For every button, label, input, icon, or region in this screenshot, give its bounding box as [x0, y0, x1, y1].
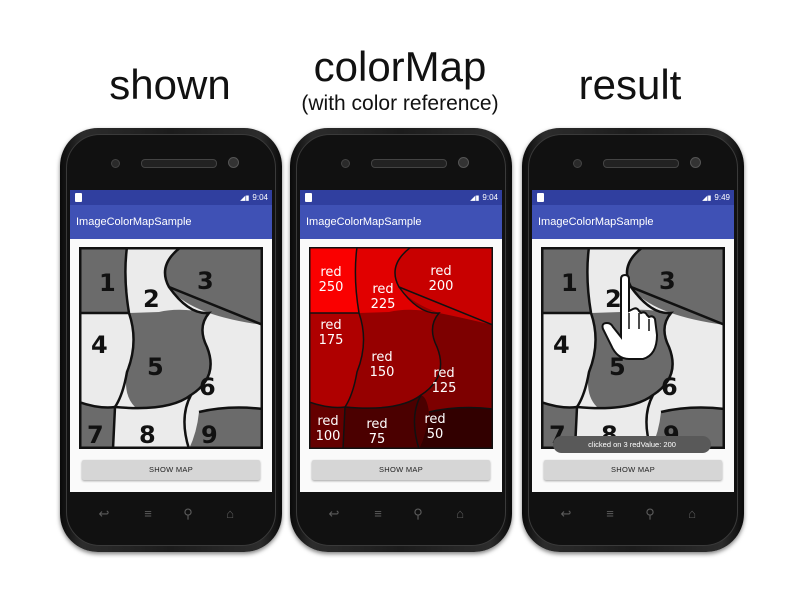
signal-battery-icon: ◢▮ — [240, 195, 250, 202]
show-map-button[interactable]: SHOW MAP — [312, 460, 490, 480]
color-label-7-word: red — [317, 414, 338, 429]
nav-bar: ↩ ≡ ⚲ ⌂ — [290, 504, 512, 528]
sd-card-icon — [75, 193, 82, 202]
region-label-3: 3 — [659, 267, 676, 295]
search-icon[interactable]: ⚲ — [178, 504, 198, 524]
color-label-4-value: 175 — [319, 333, 344, 348]
status-time: 9:49 — [714, 193, 730, 202]
color-label-5-value: 150 — [370, 365, 395, 380]
status-bar: ◢▮ 9:04 — [300, 190, 502, 205]
sd-card-icon — [305, 193, 312, 202]
color-label-4-word: red — [320, 318, 341, 333]
speaker — [603, 159, 679, 168]
camera — [690, 157, 701, 168]
region-map-shown[interactable]: 1 2 3 4 5 6 7 8 9 — [79, 247, 263, 449]
menu-icon[interactable]: ≡ — [368, 504, 388, 524]
color-label-7-value: 100 — [316, 429, 341, 444]
nav-bar: ↩ ≡ ⚲ ⌂ — [522, 504, 744, 528]
region-map-result[interactable]: 1 2 3 4 5 6 7 8 9 — [541, 247, 725, 449]
region-label-3: 3 — [197, 267, 214, 295]
color-label-5-word: red — [371, 350, 392, 365]
phone-colormap: ◢▮9:04 ImageColorMapSample red 250 red — [290, 128, 512, 552]
region-label-4: 4 — [553, 331, 570, 359]
home-icon[interactable]: ⌂ — [450, 504, 470, 524]
menu-icon[interactable]: ≡ — [138, 504, 158, 524]
sensor — [111, 159, 120, 168]
nav-bar: ↩ ≡ ⚲ ⌂ — [60, 504, 282, 528]
region-label-6: 6 — [199, 373, 216, 401]
back-icon[interactable]: ↩ — [556, 504, 576, 524]
phone-shown: ◢▮9:04 ImageColorMapSample 1 2 3 4 5 6 — [60, 128, 282, 552]
search-icon[interactable]: ⚲ — [408, 504, 428, 524]
color-label-1-word: red — [320, 265, 341, 280]
phone-result: ◢▮9:49 ImageColorMapSample 1 2 3 4 5 6 — [522, 128, 744, 552]
app-title: ImageColorMapSample — [532, 205, 734, 239]
signal-battery-icon: ◢▮ — [470, 195, 480, 202]
app-title: ImageColorMapSample — [300, 205, 502, 239]
signal-battery-icon: ◢▮ — [702, 195, 712, 202]
home-icon[interactable]: ⌂ — [220, 504, 240, 524]
status-bar: ◢▮ 9:04 — [70, 190, 272, 205]
search-icon[interactable]: ⚲ — [640, 504, 660, 524]
home-icon[interactable]: ⌂ — [682, 504, 702, 524]
color-label-2-value: 225 — [371, 297, 396, 312]
caption-colormap-subtitle: (with color reference) — [301, 92, 499, 115]
region-label-2: 2 — [143, 285, 160, 313]
toast-message: clicked on 3 redValue: 200 — [553, 436, 711, 453]
color-label-6-word: red — [433, 366, 454, 381]
region-label-5: 5 — [147, 353, 164, 381]
screen: ◢▮9:04 ImageColorMapSample red 250 red — [300, 190, 502, 492]
caption-shown: shown — [109, 61, 231, 108]
camera — [228, 157, 239, 168]
color-label-3-word: red — [430, 264, 451, 279]
color-label-8-value: 75 — [369, 432, 386, 447]
sd-card-icon — [537, 193, 544, 202]
status-time: 9:04 — [252, 193, 268, 202]
region-label-2: 2 — [605, 285, 622, 313]
color-label-8-word: red — [366, 417, 387, 432]
region-label-8: 8 — [139, 421, 156, 449]
region-label-9: 9 — [201, 421, 218, 449]
color-label-6-value: 125 — [432, 381, 457, 396]
region-label-6: 6 — [661, 373, 678, 401]
back-icon[interactable]: ↩ — [94, 504, 114, 524]
screen: ◢▮9:49 ImageColorMapSample 1 2 3 4 5 6 — [532, 190, 734, 492]
region-label-4: 4 — [91, 331, 108, 359]
region-map-colormap[interactable]: red 250 red 225 red 200 red 175 red 150 … — [309, 247, 493, 449]
camera — [458, 157, 469, 168]
menu-icon[interactable]: ≡ — [600, 504, 620, 524]
show-map-button[interactable]: SHOW MAP — [82, 460, 260, 480]
color-label-2-word: red — [372, 282, 393, 297]
caption-colormap-title: colorMap — [313, 43, 487, 90]
color-label-9-value: 50 — [427, 427, 444, 442]
region-label-1: 1 — [561, 269, 578, 297]
screen: ◢▮9:04 ImageColorMapSample 1 2 3 4 5 6 — [70, 190, 272, 492]
speaker — [141, 159, 217, 168]
speaker — [371, 159, 447, 168]
show-map-button[interactable]: SHOW MAP — [544, 460, 722, 480]
color-label-1-value: 250 — [319, 280, 344, 295]
app-title: ImageColorMapSample — [70, 205, 272, 239]
status-time: 9:04 — [482, 193, 498, 202]
region-label-7: 7 — [87, 421, 104, 449]
back-icon[interactable]: ↩ — [324, 504, 344, 524]
caption-result: result — [578, 61, 682, 108]
color-label-3-value: 200 — [429, 279, 454, 294]
region-label-1: 1 — [99, 269, 116, 297]
sensor — [341, 159, 350, 168]
color-label-9-word: red — [424, 412, 445, 427]
sensor — [573, 159, 582, 168]
status-bar: ◢▮ 9:49 — [532, 190, 734, 205]
